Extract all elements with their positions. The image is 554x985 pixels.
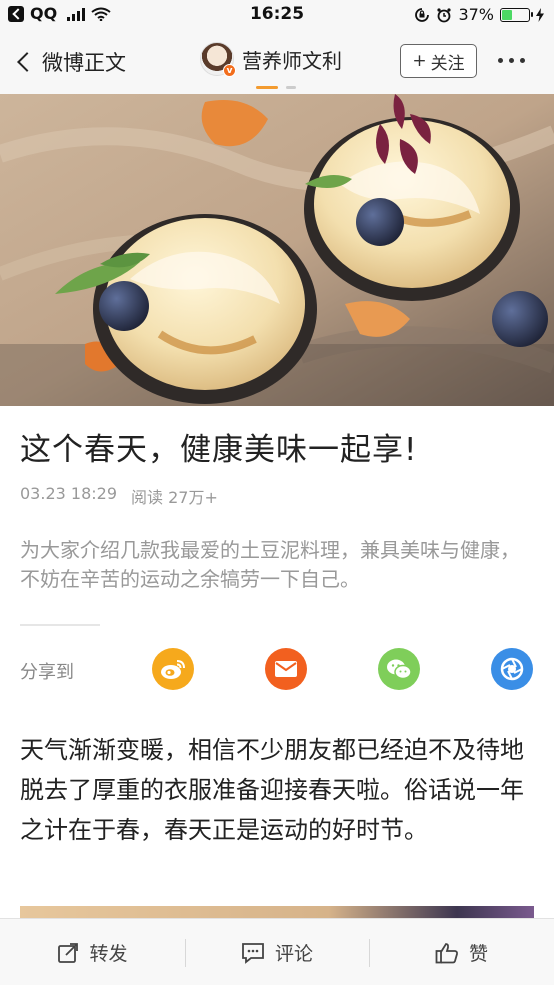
- more-dot: [498, 58, 503, 63]
- status-right: 37%: [414, 5, 544, 24]
- comment-button[interactable]: 评论: [185, 919, 369, 985]
- article-title: 这个春天，健康美味一起享!: [20, 432, 418, 468]
- page-indicator: [256, 86, 296, 89]
- article-reads: 阅读 27万+: [131, 488, 218, 507]
- status-bar: QQ 16:25 37%: [0, 0, 554, 30]
- more-dot: [509, 58, 514, 63]
- weibo-article-page: QQ 16:25 37% 微博正文 v 营养师文利 + 关注 这个春天，健康美味…: [0, 0, 554, 985]
- author-header[interactable]: v 营养师文利: [200, 42, 342, 77]
- follow-button[interactable]: + 关注: [400, 44, 477, 78]
- repost-button[interactable]: 转发: [0, 919, 185, 985]
- article-summary: 为大家介绍几款我最爱的土豆泥料理，兼具美味与健康，不妨在辛苦的运动之余犒劳一下自…: [20, 538, 520, 591]
- weibo-icon: [161, 660, 185, 679]
- comment-label: 评论: [274, 943, 313, 965]
- thumbs-up-icon: [435, 942, 458, 963]
- share-row: 分享到: [20, 648, 534, 690]
- share-label: 分享到: [20, 662, 74, 683]
- article-meta: 03.23 18:29 阅读 27万+: [20, 484, 218, 508]
- verified-badge-icon: v: [223, 64, 236, 77]
- back-button[interactable]: 微博正文: [14, 47, 126, 77]
- share-wechat-button[interactable]: [378, 648, 420, 690]
- rotation-lock-icon: [415, 7, 430, 22]
- author-name[interactable]: 营养师文利: [242, 45, 342, 74]
- comment-icon: [242, 942, 264, 964]
- share-weibo-button[interactable]: [152, 648, 194, 690]
- like-label: 赞: [468, 943, 488, 965]
- more-dot: [520, 58, 525, 63]
- article-body: 天气渐渐变暖，相信不少朋友都已经迫不及待地脱去了厚重的衣服准备迎接春天啦。俗话说…: [20, 736, 524, 844]
- nav-bar: 微博正文 v 营养师文利 + 关注: [0, 30, 554, 94]
- back-label: 微博正文: [42, 51, 126, 75]
- plus-icon: +: [412, 51, 427, 71]
- hero-image[interactable]: [0, 94, 554, 406]
- chevron-left-icon: [17, 52, 37, 72]
- wechat-icon: [387, 659, 412, 680]
- divider: [20, 624, 100, 626]
- page-indicator-active: [256, 86, 278, 89]
- avatar[interactable]: v: [200, 42, 236, 77]
- bottom-action-bar: 转发 评论 赞: [0, 918, 554, 985]
- mail-icon: [275, 661, 297, 677]
- article-date: 03.23 18:29: [20, 484, 117, 503]
- page-indicator-inactive: [286, 86, 296, 89]
- battery-level-fill: [502, 9, 512, 20]
- battery-percent: 37%: [458, 5, 494, 24]
- more-options-button[interactable]: [498, 58, 525, 63]
- alarm-icon: [437, 7, 452, 22]
- repost-label: 转发: [89, 943, 128, 965]
- repost-icon: [58, 942, 79, 963]
- charging-icon: [536, 7, 544, 22]
- battery-icon: [500, 7, 533, 22]
- share-message-button[interactable]: [265, 648, 307, 690]
- share-moments-button[interactable]: [491, 648, 533, 690]
- follow-label: 关注: [430, 53, 465, 74]
- like-button[interactable]: 赞: [369, 919, 554, 985]
- moments-icon: [500, 657, 524, 681]
